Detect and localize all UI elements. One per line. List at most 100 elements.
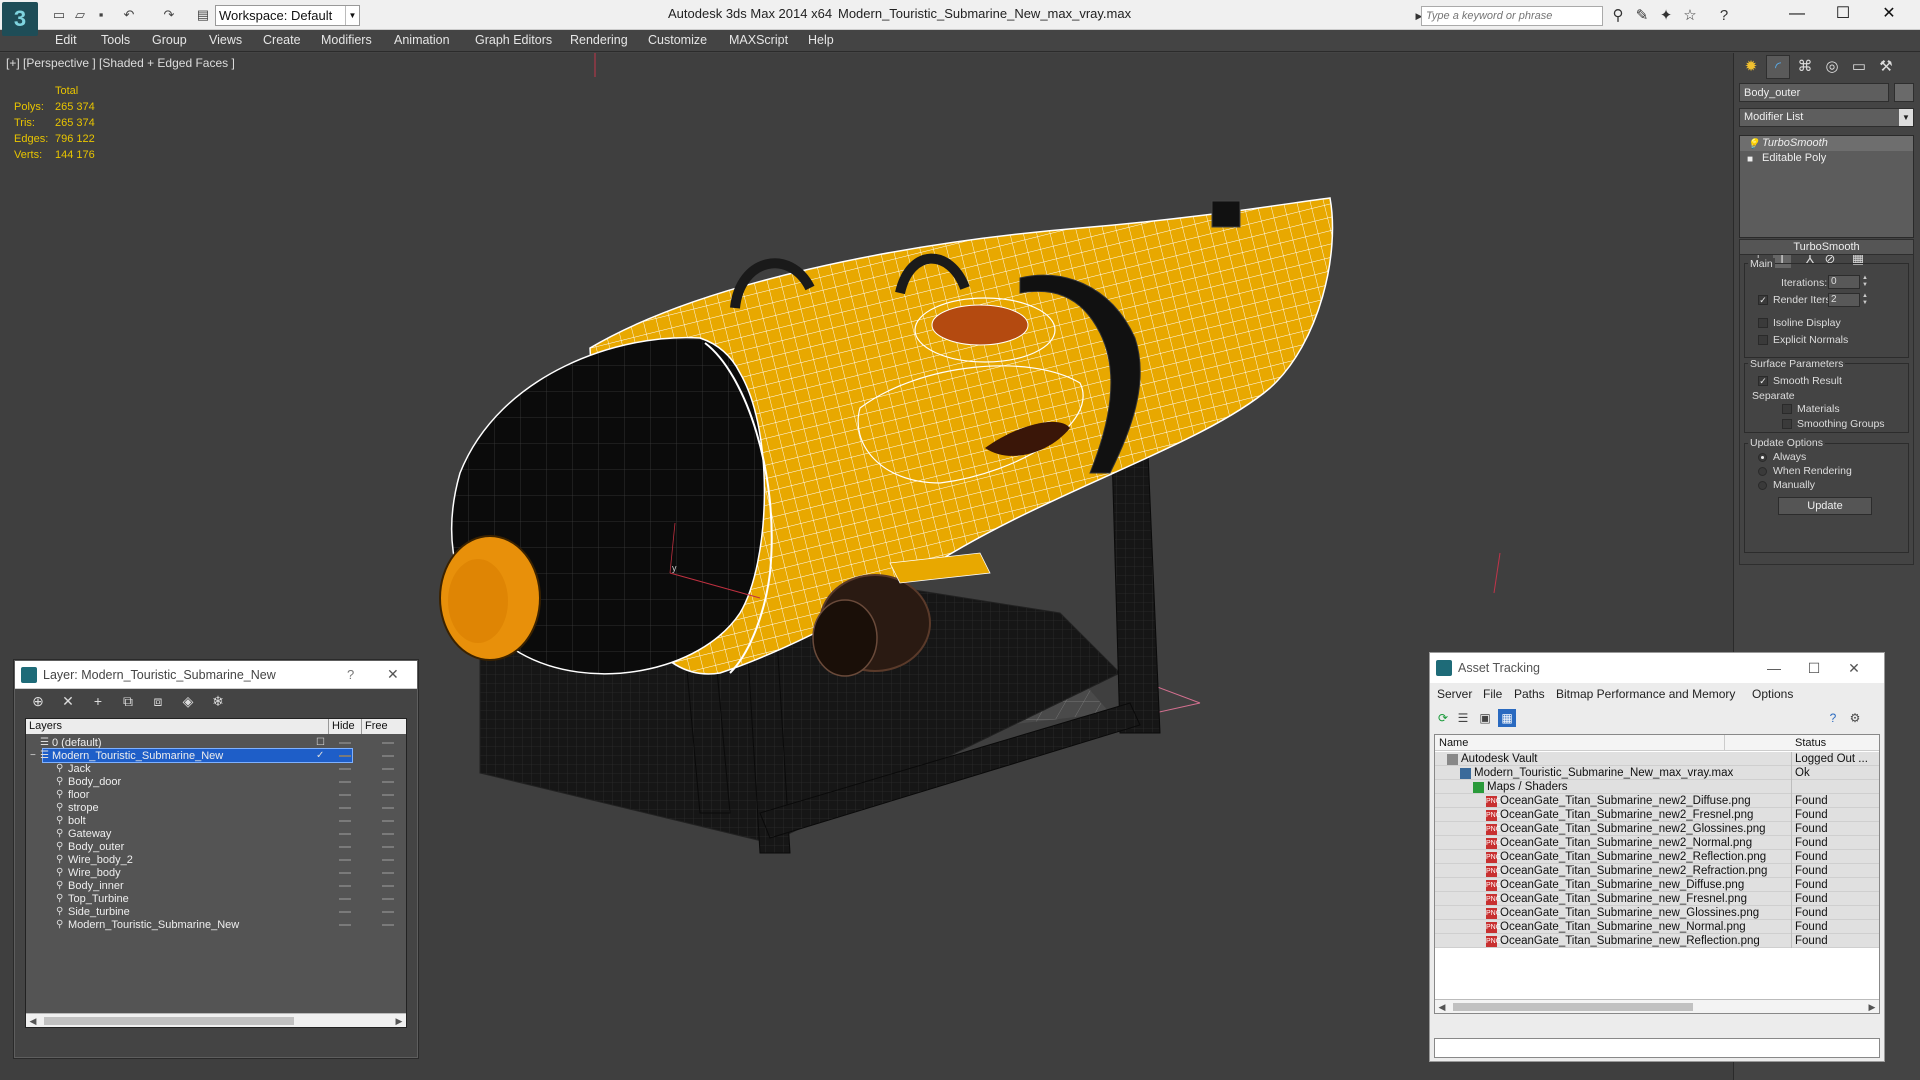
- asset-menu-options[interactable]: Options: [1752, 687, 1793, 701]
- help-icon[interactable]: ?: [1824, 709, 1842, 727]
- render-iters-spinner[interactable]: 2: [1828, 293, 1860, 307]
- asset-row[interactable]: PNG OceanGate_Titan_Submarine_new2_Diffus…: [1435, 794, 1879, 808]
- freeze-toggle[interactable]: [382, 924, 394, 926]
- close-icon[interactable]: ✕: [1866, 2, 1912, 26]
- modifier-list-dropdown[interactable]: Modifier List ▼: [1739, 108, 1914, 127]
- freeze-toggle[interactable]: [382, 885, 394, 887]
- manually-radio[interactable]: [1758, 481, 1767, 490]
- freeze-toggle[interactable]: [382, 794, 394, 796]
- undo-icon[interactable]: ↶: [120, 6, 138, 24]
- menu-graph-editors[interactable]: Graph Editors: [475, 33, 552, 47]
- smooth-result-checkbox[interactable]: ✓: [1758, 376, 1768, 386]
- subscription-icon[interactable]: ✎: [1632, 6, 1652, 26]
- minimize-icon[interactable]: —: [1760, 658, 1788, 678]
- list-view-icon[interactable]: ☰: [1454, 709, 1472, 727]
- asset-row[interactable]: PNG OceanGate_Titan_Submarine_new_Reflect…: [1435, 934, 1879, 948]
- menu-rendering[interactable]: Rendering: [570, 33, 628, 47]
- hide-toggle[interactable]: [339, 859, 351, 861]
- menu-maxscript[interactable]: MAXScript: [729, 33, 788, 47]
- create-layer-icon[interactable]: ⊕: [27, 692, 49, 710]
- hide-toggle[interactable]: [339, 781, 351, 783]
- new-file-icon[interactable]: ▭: [50, 6, 68, 24]
- update-button[interactable]: Update: [1778, 497, 1872, 515]
- close-icon[interactable]: ✕: [387, 666, 399, 683]
- asset-name[interactable]: OceanGate_Titan_Submarine_new_Normal.png: [1500, 920, 1746, 934]
- help-icon[interactable]: ?: [1714, 6, 1734, 26]
- asset-row[interactable]: Autodesk Vault Logged Out ...: [1435, 752, 1879, 766]
- asset-menu-bitmap-performance[interactable]: Bitmap Performance and Memory: [1556, 687, 1735, 701]
- asset-menu-server[interactable]: Server: [1437, 687, 1472, 701]
- asset-name[interactable]: Modern_Touristic_Submarine_New_max_vray.…: [1474, 766, 1733, 780]
- freeze-toggle[interactable]: [382, 872, 394, 874]
- table-view-icon[interactable]: ▦: [1498, 709, 1516, 727]
- freeze-toggle[interactable]: [382, 911, 394, 913]
- close-icon[interactable]: ✕: [1840, 658, 1868, 678]
- hide-toggle[interactable]: [339, 885, 351, 887]
- menu-group[interactable]: Group: [152, 33, 187, 47]
- hide-toggle[interactable]: [339, 911, 351, 913]
- smoothing-groups-checkbox[interactable]: [1782, 419, 1792, 429]
- hide-all-layers-icon[interactable]: ◈: [177, 692, 199, 710]
- hierarchy-tab-icon[interactable]: ⌘: [1793, 55, 1817, 79]
- asset-row[interactable]: PNG OceanGate_Titan_Submarine_new2_Glossi…: [1435, 822, 1879, 836]
- layer-name[interactable]: Modern_Touristic_Submarine_New: [68, 917, 239, 933]
- freeze-toggle[interactable]: [382, 755, 394, 757]
- hide-toggle[interactable]: [339, 833, 351, 835]
- app-logo-icon[interactable]: 3: [2, 2, 38, 36]
- layer-dialog-titlebar[interactable]: Layer: Modern_Touristic_Submarine_New ? …: [15, 661, 417, 689]
- menu-views[interactable]: Views: [209, 33, 242, 47]
- freeze-toggle[interactable]: [382, 820, 394, 822]
- hide-toggle[interactable]: [339, 846, 351, 848]
- hide-toggle[interactable]: [339, 742, 351, 744]
- maximize-icon[interactable]: ☐: [1820, 2, 1866, 26]
- menu-help[interactable]: Help: [808, 33, 834, 47]
- search-input[interactable]: [1421, 6, 1603, 26]
- asset-name[interactable]: OceanGate_Titan_Submarine_new2_Normal.pn…: [1500, 836, 1752, 850]
- column-header-status[interactable]: Status: [1791, 735, 1879, 751]
- refresh-icon[interactable]: ⟳: [1434, 709, 1452, 727]
- render-iters-checkbox[interactable]: ✓: [1758, 295, 1768, 305]
- expand-plus-icon[interactable]: ■: [1747, 152, 1753, 167]
- asset-row[interactable]: PNG OceanGate_Titan_Submarine_new2_Normal…: [1435, 836, 1879, 850]
- asset-name[interactable]: OceanGate_Titan_Submarine_new_Glossines.…: [1500, 906, 1759, 920]
- asset-path-field[interactable]: [1434, 1038, 1880, 1058]
- scroll-left-icon[interactable]: ◀: [1435, 1000, 1449, 1013]
- freeze-toggle[interactable]: [382, 833, 394, 835]
- open-file-icon[interactable]: ▱: [71, 6, 89, 24]
- menu-edit[interactable]: Edit: [55, 33, 77, 47]
- scroll-right-icon[interactable]: ▶: [392, 1014, 406, 1027]
- save-file-icon[interactable]: ▪: [92, 6, 110, 24]
- stack-item-turbosmooth[interactable]: 💡 TurboSmooth: [1740, 136, 1913, 151]
- freeze-toggle[interactable]: [382, 807, 394, 809]
- favorites-star-icon[interactable]: ☆: [1680, 6, 1700, 26]
- binoculars-icon[interactable]: ⚲: [1608, 6, 1628, 26]
- delete-layer-icon[interactable]: ✕: [57, 692, 79, 710]
- turbosmooth-rollout-header[interactable]: TurboSmooth: [1739, 239, 1914, 255]
- hide-toggle[interactable]: [339, 872, 351, 874]
- freeze-toggle[interactable]: [382, 859, 394, 861]
- add-to-layer-icon[interactable]: +: [87, 692, 109, 710]
- object-color-swatch[interactable]: [1894, 83, 1914, 102]
- freeze-toggle[interactable]: [382, 781, 394, 783]
- column-header-free[interactable]: Free: [362, 719, 406, 734]
- asset-name[interactable]: OceanGate_Titan_Submarine_new2_Fresnel.p…: [1500, 808, 1753, 822]
- maximize-icon[interactable]: ☐: [1800, 658, 1828, 678]
- hide-toggle[interactable]: [339, 768, 351, 770]
- select-in-layer-icon[interactable]: ⧉: [117, 692, 139, 710]
- workspace-dropdown[interactable]: Workspace: Default ▼: [215, 5, 360, 26]
- menu-customize[interactable]: Customize: [648, 33, 707, 47]
- isoline-display-checkbox[interactable]: [1758, 318, 1768, 328]
- always-radio[interactable]: [1758, 453, 1767, 462]
- spinner-arrows-icon[interactable]: ▲ ▼: [1861, 275, 1869, 289]
- highlight-layer-icon[interactable]: ⧈: [147, 692, 169, 710]
- scroll-left-icon[interactable]: ◀: [26, 1014, 40, 1027]
- hide-toggle[interactable]: [339, 755, 351, 757]
- asset-row[interactable]: PNG OceanGate_Titan_Submarine_new_Normal.…: [1435, 920, 1879, 934]
- freeze-toggle[interactable]: [382, 742, 394, 744]
- help-icon[interactable]: ?: [347, 667, 354, 682]
- asset-name[interactable]: OceanGate_Titan_Submarine_new2_Refractio…: [1500, 864, 1767, 878]
- asset-name[interactable]: Autodesk Vault: [1461, 752, 1538, 766]
- scrollbar-thumb[interactable]: [44, 1017, 294, 1025]
- asset-dialog-titlebar[interactable]: Asset Tracking — ☐ ✕: [1430, 653, 1884, 683]
- minimize-icon[interactable]: —: [1774, 2, 1820, 26]
